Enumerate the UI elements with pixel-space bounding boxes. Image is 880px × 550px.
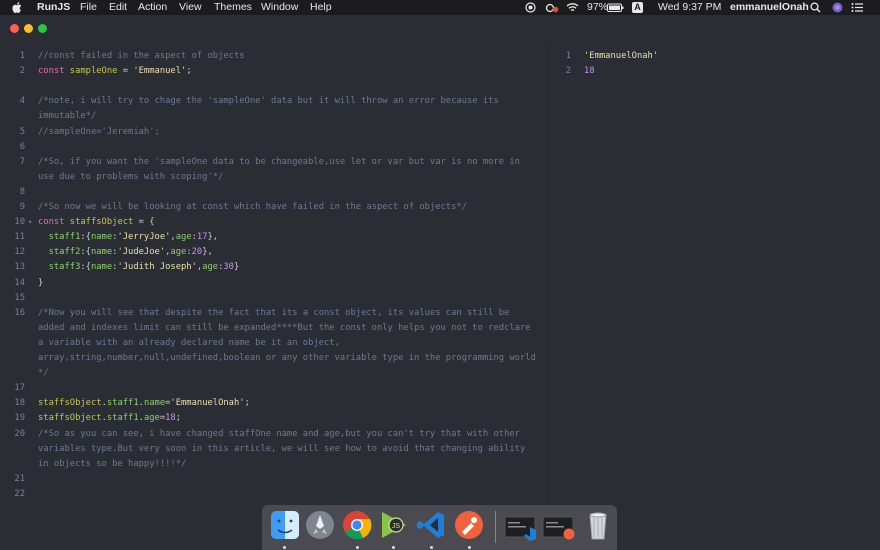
creative-cloud-icon[interactable]	[545, 2, 559, 13]
menu-action[interactable]: Action	[138, 0, 167, 15]
svg-text:JS: JS	[392, 523, 401, 530]
menu-themes[interactable]: Themes	[214, 0, 252, 15]
terminal-vscode-icon[interactable]	[504, 509, 538, 541]
siri-icon[interactable]	[832, 2, 843, 13]
code-text: //const failed in the aspect of objects	[38, 51, 245, 61]
line-number: 5	[19, 126, 25, 137]
menu-bar: RunJS File Edit Action View Themes Windo…	[0, 0, 880, 15]
line-number: 8	[19, 186, 25, 197]
line-number: 19	[14, 413, 25, 424]
chrome-running-indicator	[356, 546, 359, 549]
line-number: 21	[14, 473, 25, 484]
line-number: 18	[14, 398, 25, 409]
line-number: 11	[14, 232, 25, 243]
line-number: 15	[14, 292, 25, 303]
terminal-postman-icon[interactable]	[542, 509, 576, 541]
chrome-icon[interactable]	[341, 509, 373, 541]
app-menu-runjs[interactable]: RunJS	[37, 0, 70, 15]
line-number: 6	[19, 141, 25, 152]
line-number: 12	[14, 247, 25, 258]
screen-record-icon[interactable]	[525, 2, 536, 13]
menu-window[interactable]: Window	[261, 0, 298, 15]
clock[interactable]: Wed 9:37 PM	[658, 0, 721, 15]
output-value: 'EmmanuelOnah'	[584, 51, 659, 61]
output-value: 18	[584, 66, 595, 77]
battery-percentage: 97%	[587, 1, 609, 13]
code-text: /*So now we will be looking at const whi…	[38, 202, 467, 212]
close-window-button[interactable]	[10, 24, 19, 33]
code-text: /*So as you can see, i have changed staf…	[38, 428, 520, 439]
dock-separator	[495, 511, 496, 543]
runjs-icon[interactable]: JS	[377, 509, 409, 541]
line-number: 14	[14, 277, 25, 288]
postman-icon[interactable]	[453, 509, 485, 541]
code-text: staff1:{name:'JerryJoe',age:17},	[48, 232, 219, 243]
code-text: variables type.But very soon in this art…	[38, 443, 526, 454]
code-text: const staffsObject = {	[38, 217, 155, 228]
menu-file[interactable]: File	[80, 0, 97, 15]
code-text: staff2:{name:'JudeJoe',age:20},	[48, 247, 213, 258]
user-name[interactable]: emmanuelOnah	[730, 0, 809, 15]
code-text: in objects so be happy!!!!*/	[38, 458, 187, 469]
apple-icon[interactable]	[12, 2, 22, 13]
finder-icon[interactable]	[269, 509, 301, 541]
minimize-window-button[interactable]	[24, 24, 33, 33]
title-bar	[0, 15, 880, 45]
runjs-window: 1 //const failed in the aspect of objects…	[0, 15, 880, 505]
code-text: a variable with an already declared name…	[38, 337, 340, 348]
dock: JS	[262, 505, 617, 550]
line-number: 10	[14, 217, 25, 228]
vscode-running-indicator	[430, 546, 433, 549]
line-number: 13	[14, 262, 25, 273]
code-text: */	[38, 368, 49, 379]
output-line-number: 1	[565, 51, 571, 61]
line-number: 17	[14, 383, 25, 394]
code-text: //sampleOne='Jeremiah';	[38, 126, 160, 137]
code-text: use due to problems with scoping'*/	[38, 171, 224, 182]
postman-running-indicator	[468, 546, 471, 549]
finder-running-indicator	[283, 546, 286, 549]
code-text: /*So, if you want the 'sampleOne data to…	[38, 156, 520, 167]
line-number: 22	[14, 488, 25, 499]
output-line-number: 2	[565, 66, 571, 77]
line-number: 2	[19, 66, 25, 77]
line-number: 1	[19, 51, 25, 61]
vscode-icon[interactable]	[415, 509, 447, 541]
input-source-indicator[interactable]: A	[632, 2, 643, 13]
code-text: array,string,number,null,undefined,boole…	[38, 353, 536, 363]
code-text: /*Now you will see that despite the fact…	[38, 307, 510, 318]
menu-help[interactable]: Help	[310, 0, 332, 15]
code-text: const sampleOne = 'Emmanuel';	[38, 66, 192, 77]
fold-toggle-icon[interactable]: ▾	[28, 215, 32, 230]
code-text: immutable*/	[38, 111, 97, 122]
line-number: 16	[14, 307, 25, 318]
menu-edit[interactable]: Edit	[109, 0, 127, 15]
notification-center-icon[interactable]	[851, 2, 863, 13]
code-text: /*note, i will try to chage the 'sampleO…	[38, 96, 499, 107]
code-editor[interactable]: 1 //const failed in the aspect of objects…	[0, 45, 548, 505]
maximize-window-button[interactable]	[38, 24, 47, 33]
code-text: added and indexes limit can still be exp…	[38, 322, 531, 333]
code-text: staff3:{name:'Judith Joseph',age:30}	[48, 262, 240, 273]
trash-icon[interactable]	[582, 509, 614, 541]
runjs-running-indicator	[392, 546, 395, 549]
code-text: }	[38, 277, 44, 288]
line-number: 20	[14, 428, 25, 439]
battery-icon[interactable]	[607, 2, 624, 13]
line-number: 4	[19, 96, 25, 107]
output-panel: 1 'EmmanuelOnah' 2 18	[549, 45, 880, 505]
code-text: staffsObject.staff1.age=18;	[38, 413, 182, 424]
line-number: 9	[19, 202, 25, 212]
menu-view[interactable]: View	[179, 0, 202, 15]
wifi-icon[interactable]	[566, 2, 579, 13]
code-text: staffsObject.staff1.name='EmmanuelOnah';	[38, 398, 250, 409]
spotlight-search-icon[interactable]	[810, 2, 821, 13]
launchpad-icon[interactable]	[304, 509, 336, 541]
line-number: 7	[19, 156, 25, 167]
